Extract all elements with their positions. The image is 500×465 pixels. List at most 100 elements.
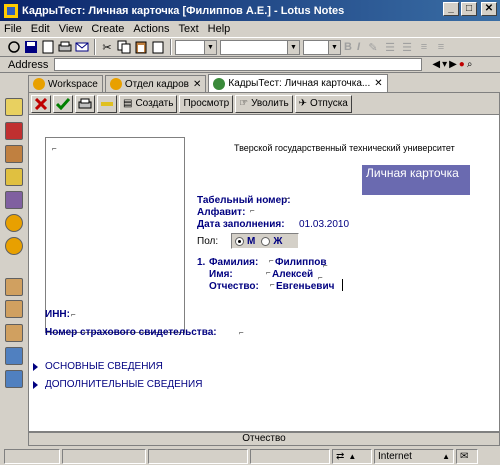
style-select[interactable]: ▼: [175, 39, 217, 55]
name-value[interactable]: Алексей: [272, 269, 313, 280]
patronymic-label: Отчество:: [209, 281, 259, 292]
gender-f-radio[interactable]: [261, 236, 271, 246]
tab-workspace[interactable]: Workspace: [28, 75, 103, 92]
minimize-button[interactable]: _: [443, 2, 459, 16]
view-label: Просмотр: [183, 98, 230, 109]
search-icon[interactable]: ⌕: [467, 59, 473, 70]
gender-m-radio[interactable]: [235, 236, 244, 246]
mail-icon[interactable]: [74, 39, 90, 55]
tab-hr-department[interactable]: Отдел кадров ✕: [104, 75, 207, 92]
inn-label: ИНН:: [45, 309, 70, 320]
fill-date-label: Дата заполнения:: [197, 219, 285, 230]
folder-icon[interactable]: [5, 370, 23, 388]
view-button[interactable]: Просмотр: [179, 94, 234, 113]
action-bar: ▤ Создать Просмотр ☞ Уволить ✈ Отпуска: [29, 93, 499, 115]
field-marker: ⌐: [52, 144, 57, 153]
status-bar: Отчество ⇄ ▲ Internet ▲ ✉: [0, 432, 500, 465]
status-cell: [250, 448, 330, 464]
surname-label: Фамилия:: [209, 257, 259, 268]
section-main-toggle[interactable]: ОСНОВНЫЕ СВЕДЕНИЯ: [33, 361, 163, 372]
create-button[interactable]: ▤ Создать: [119, 94, 178, 113]
toolbar: ✂ ▼ ▼ ▼ B I ✎ ☰ ☰ ≡ ≡: [0, 37, 500, 57]
address-input[interactable]: [54, 58, 423, 71]
menu-create[interactable]: Create: [91, 23, 124, 35]
font-size-select[interactable]: ▼: [303, 39, 341, 55]
number-list-icon[interactable]: ☰: [399, 39, 415, 55]
mail-icon[interactable]: [5, 98, 23, 116]
calendar-icon[interactable]: [5, 122, 23, 140]
patronymic-value[interactable]: Евгеньевич: [276, 281, 334, 292]
print-button[interactable]: [75, 94, 95, 113]
chevron-down-icon[interactable]: ▾: [442, 59, 447, 70]
favorites-icon[interactable]: [5, 214, 23, 232]
document-icon: [213, 77, 226, 90]
databases-icon[interactable]: [5, 237, 23, 255]
section-extra-label: ДОПОЛНИТЕЛЬНЫЕ СВЕДЕНИЯ: [45, 379, 203, 390]
tab-personal-card[interactable]: КадрыТест: Личная карточка... ✕: [208, 74, 388, 92]
todo-icon[interactable]: [5, 168, 23, 186]
close-icon[interactable]: ✕: [374, 78, 382, 89]
document-area: ▤ Создать Просмотр ☞ Уволить ✈ Отпуска ⌐…: [28, 92, 500, 432]
dismiss-button[interactable]: ☞ Уволить: [235, 94, 293, 113]
insurance-label: Номер страхового свидетельства:: [45, 327, 217, 338]
italic-button[interactable]: I: [357, 41, 360, 53]
status-cell: [4, 448, 60, 464]
surname-value[interactable]: Филиппов: [275, 257, 327, 268]
photo-frame[interactable]: ⌐: [45, 137, 185, 333]
cut-icon[interactable]: ✂: [99, 39, 115, 55]
plane-icon: ✈: [298, 98, 308, 109]
stop-icon[interactable]: ●: [459, 59, 465, 70]
edit-button[interactable]: [97, 94, 117, 113]
refresh-icon[interactable]: [6, 39, 22, 55]
mail-status-indicator[interactable]: ✉: [456, 448, 478, 464]
bullet-list-icon[interactable]: ☰: [382, 39, 398, 55]
inbox-icon: ✉: [460, 450, 469, 462]
bookmark-bar: [0, 92, 28, 432]
university-name: Тверской государственный технический уни…: [234, 143, 455, 153]
folder-icon[interactable]: [5, 278, 23, 296]
menu-file[interactable]: File: [4, 23, 22, 35]
vacation-button[interactable]: ✈ Отпуска: [294, 94, 352, 113]
back-icon[interactable]: ◀: [432, 59, 440, 70]
align-icon[interactable]: ≡: [416, 39, 432, 55]
contacts-icon[interactable]: [5, 145, 23, 163]
bold-button[interactable]: B: [344, 41, 352, 53]
tab-number-field[interactable]: ⌐: [285, 194, 290, 203]
delete-button[interactable]: [31, 94, 51, 113]
close-icon[interactable]: ✕: [193, 79, 201, 90]
forward-icon[interactable]: ▶: [449, 59, 457, 70]
close-button[interactable]: ✕: [481, 2, 497, 16]
folder-icon[interactable]: [5, 347, 23, 365]
menu-help[interactable]: Help: [208, 23, 231, 35]
connection-indicator[interactable]: ⇄ ▲: [332, 448, 372, 464]
alphabet-field[interactable]: ⌐: [250, 206, 255, 215]
folder-icon[interactable]: [5, 324, 23, 342]
create-icon: ▤: [123, 98, 133, 109]
section-extra-toggle[interactable]: ДОПОЛНИТЕЛЬНЫЕ СВЕДЕНИЯ: [33, 379, 202, 390]
replicator-icon[interactable]: [5, 191, 23, 209]
chevron-up-icon: ▲: [442, 451, 450, 461]
copy-icon[interactable]: [116, 39, 132, 55]
location-selector[interactable]: Internet ▲: [374, 448, 454, 464]
title-bar: КадрыТест: Личная карточка [Филиппов А.Е…: [0, 0, 500, 21]
insurance-field[interactable]: ⌐: [239, 328, 244, 337]
print-icon[interactable]: [57, 39, 73, 55]
database-icon: [109, 78, 122, 90]
clipboard-icon[interactable]: [150, 39, 166, 55]
save-button[interactable]: [53, 94, 73, 113]
save-icon[interactable]: [23, 39, 39, 55]
folder-icon[interactable]: [5, 300, 23, 318]
inn-field[interactable]: ⌐: [71, 310, 76, 319]
menu-actions[interactable]: Actions: [133, 23, 169, 35]
menu-view[interactable]: View: [59, 23, 83, 35]
font-select[interactable]: ▼: [220, 39, 300, 55]
indent-icon[interactable]: ≡: [433, 39, 449, 55]
highlight-icon[interactable]: ✎: [365, 39, 381, 55]
paste-icon[interactable]: [133, 39, 149, 55]
menu-text[interactable]: Text: [178, 23, 198, 35]
maximize-button[interactable]: □: [461, 2, 477, 16]
card-title: Личная карточка: [362, 165, 470, 195]
lotus-notes-icon: [4, 3, 18, 18]
menu-edit[interactable]: Edit: [31, 23, 50, 35]
open-icon[interactable]: [40, 39, 56, 55]
